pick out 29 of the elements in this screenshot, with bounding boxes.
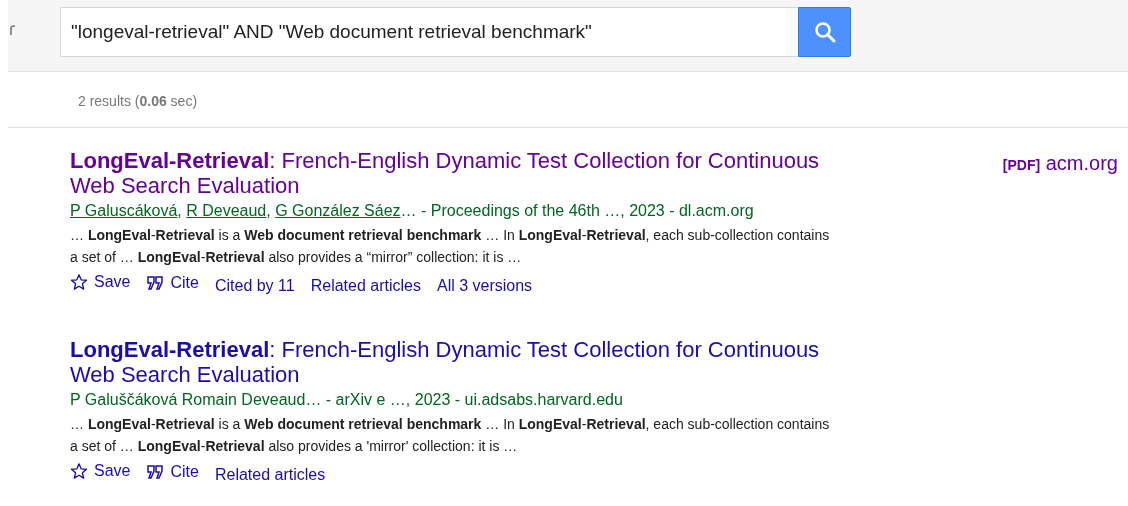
search-field[interactable]: "longeval-retrieval" AND "Web document retrieval benchmark" [60, 7, 798, 57]
result-link[interactable]: Related articles [214, 464, 326, 486]
result-snippet: … LongEval-Retrieval is a Web document retrieval benchmark … In LongEval-Retrieval, each sub-collection contains a set of … LongEval-Retrieval also provides a “mirror” collection: it is … [70, 226, 830, 267]
quote-icon [146, 275, 165, 291]
result-link[interactable]: Cited by 11 [214, 275, 295, 297]
result-title[interactable]: LongEval-Retrieval: French-English Dynamic Test Collection for Continuous Web Search Evaluation [70, 337, 850, 387]
search-button[interactable] [798, 7, 851, 57]
source-text: , [266, 202, 272, 219]
result-link[interactable]: All 3 versions [436, 275, 533, 297]
author-link[interactable]: R Deveaud [186, 202, 267, 219]
author-link[interactable]: P Galuscáková [70, 202, 178, 219]
result-link[interactable]: Related articles [310, 275, 421, 297]
cite-link[interactable]: Cite [146, 272, 199, 294]
source-text: … - Proceedings of the 46th …, 2023 - dl.acm.org [400, 202, 754, 219]
result-title[interactable]: LongEval-Retrieval: French-English Dynamic Test Collection for Continuous Web Search Evaluation [70, 148, 850, 198]
author-link[interactable]: G González Sáez [275, 202, 401, 219]
source-text: , [177, 202, 183, 219]
save-link[interactable]: Save [70, 271, 131, 293]
result-snippet: … LongEval-Retrieval is a Web document retrieval benchmark … In LongEval-Retrieval, each sub-collection contains a set of … LongEval-Retrieval also provides a 'mirror' collection: it is … [70, 415, 830, 456]
quote-icon [146, 464, 165, 480]
partial-icon [10, 25, 16, 35]
result-count: 2 results (0.06 sec) [78, 93, 198, 109]
search-icon [813, 21, 836, 43]
star-icon [70, 273, 88, 291]
cite-link[interactable]: Cite [146, 461, 199, 483]
star-icon [70, 462, 88, 480]
pdf-link[interactable]: [PDF] acm.org [1002, 148, 1118, 297]
source-text: P Galuščáková Romain Deveaud… - arXiv e …, 2023 - ui.adsabs.harvard.edu [70, 391, 623, 408]
save-link[interactable]: Save [70, 460, 131, 482]
